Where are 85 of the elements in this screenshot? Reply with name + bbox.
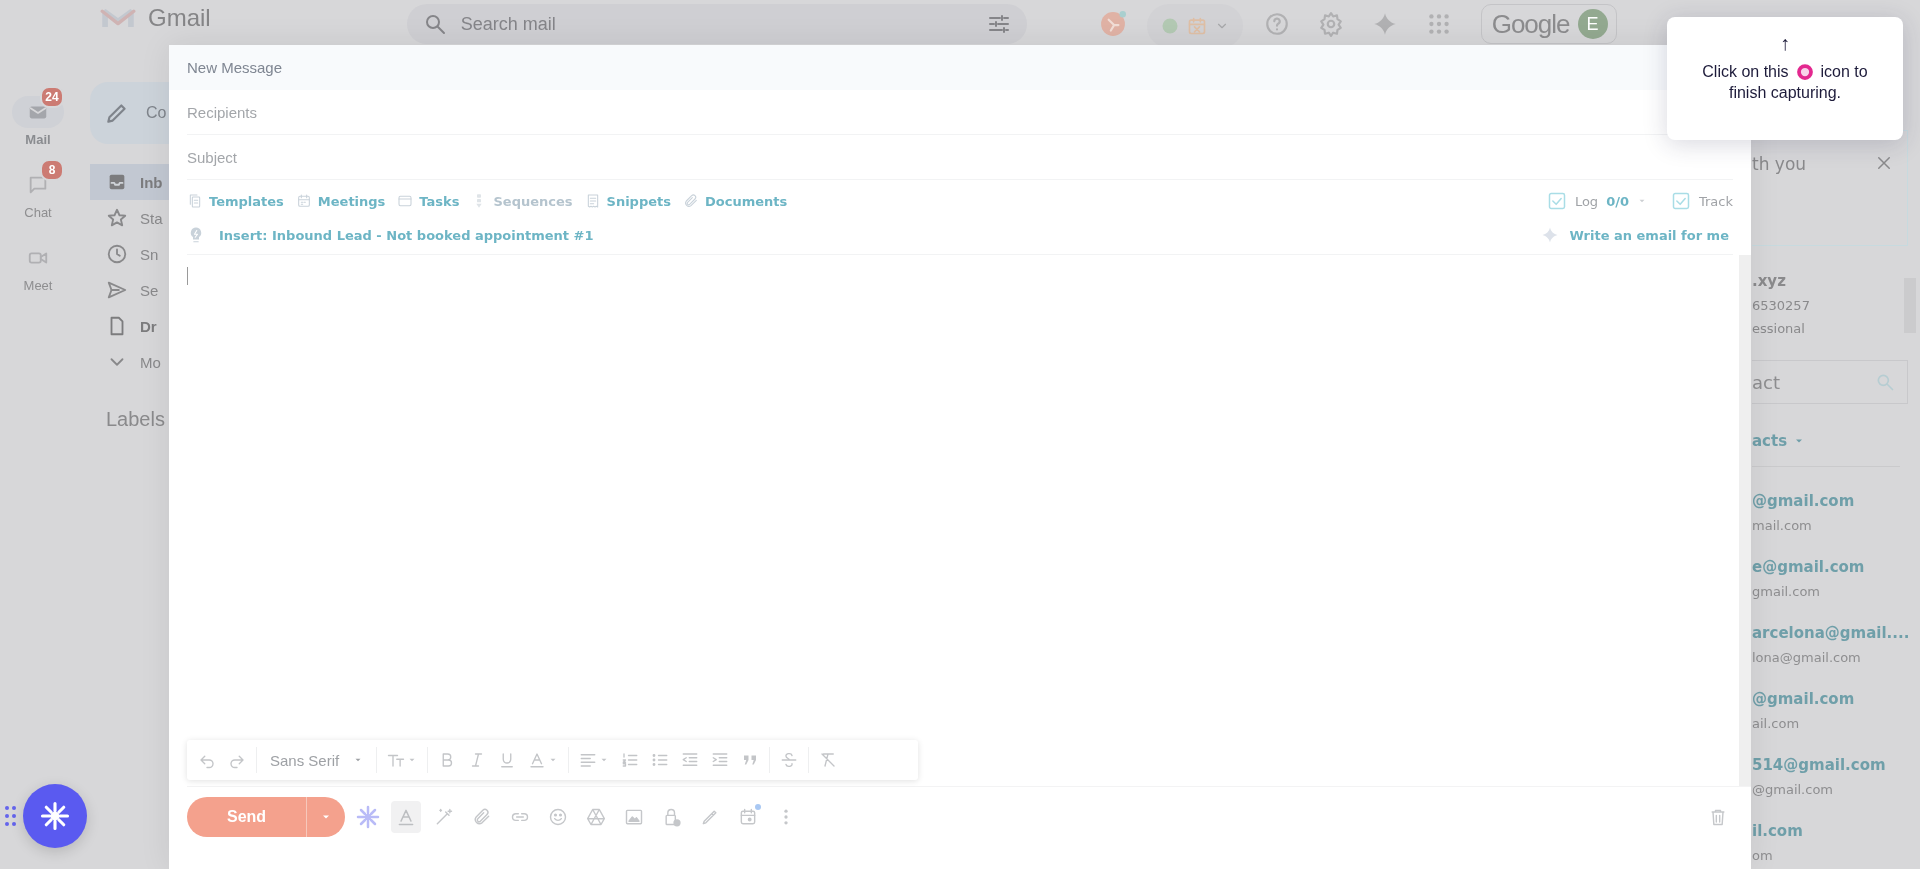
text-color-icon[interactable] xyxy=(528,751,547,769)
section-heading[interactable]: acts xyxy=(1752,432,1788,450)
insert-link[interactable]: Insert: Inbound Lead - Not booked appointment #1 xyxy=(219,227,594,243)
font-dropdown[interactable]: Sans Serif xyxy=(262,751,372,769)
indent-more-icon[interactable] xyxy=(711,751,730,769)
image-icon[interactable] xyxy=(624,807,645,827)
hub-icon[interactable] xyxy=(1099,11,1126,37)
app-logo: Gmail xyxy=(148,4,211,32)
close-icon[interactable] xyxy=(1875,154,1893,172)
burst-icon xyxy=(40,801,70,831)
calendar-icon[interactable] xyxy=(1186,16,1207,36)
contact-name[interactable]: 514@gmail.com xyxy=(1752,756,1920,774)
tooltip-text: icon to xyxy=(1820,62,1868,82)
notification-dot xyxy=(755,804,762,810)
tooltip-text: Click on this xyxy=(1702,62,1789,82)
lock-clock-icon[interactable] xyxy=(662,807,683,827)
message-body-field[interactable]: Sans Serif xyxy=(187,255,1733,786)
contact-email: lona@gmail.com xyxy=(1752,650,1862,665)
launcher-button[interactable] xyxy=(23,784,87,848)
clock-icon xyxy=(106,243,128,265)
tool-link[interactable]: Documents xyxy=(705,193,788,209)
search-field[interactable]: act xyxy=(1752,360,1908,404)
contact-email: mail.com xyxy=(1752,518,1813,533)
nav-item[interactable]: Mo xyxy=(90,344,169,380)
nav-item[interactable]: Sta xyxy=(90,200,169,236)
contact-name[interactable]: @gmail.com xyxy=(1752,690,1920,708)
contact-phone: 6530257 xyxy=(1752,298,1811,313)
count-badge: 8 xyxy=(40,159,64,181)
settings-icon[interactable] xyxy=(1317,11,1344,37)
contact-name[interactable]: il.com xyxy=(1752,822,1920,840)
rail-label[interactable]: Chat xyxy=(24,205,52,220)
numbered-list-icon[interactable] xyxy=(621,751,640,769)
checkbox-icon[interactable] xyxy=(1546,191,1567,211)
star-icon xyxy=(106,207,128,229)
calendar-icon xyxy=(295,193,312,209)
rail-label[interactable]: Meet xyxy=(23,278,53,293)
contact-name[interactable]: e@gmail.com xyxy=(1752,558,1920,576)
nav-item[interactable]: Sn xyxy=(90,236,169,272)
banner-text: th you xyxy=(1752,154,1807,174)
contact-email: gmail.com xyxy=(1752,584,1821,599)
ring-icon xyxy=(1795,62,1814,81)
filter-icon[interactable] xyxy=(986,12,1011,36)
log-count[interactable]: 0/0 xyxy=(1606,193,1629,209)
paperclip-icon xyxy=(683,193,699,209)
strikethrough-icon[interactable] xyxy=(780,751,799,769)
section-heading: Labels xyxy=(106,408,166,431)
contact-role: essional xyxy=(1752,321,1806,336)
drive-icon[interactable] xyxy=(586,807,607,827)
arrow-glyph: ↑ xyxy=(1780,31,1790,55)
indent-less-icon[interactable] xyxy=(681,751,700,769)
bulleted-list-icon[interactable] xyxy=(651,751,670,769)
magic-pen-icon[interactable] xyxy=(434,807,455,827)
contact-name[interactable]: @gmail.com xyxy=(1752,492,1920,510)
tool-link[interactable]: Templates xyxy=(209,193,284,209)
send-icon xyxy=(106,279,128,301)
contact-email: ail.com xyxy=(1752,716,1801,731)
count-badge: 24 xyxy=(40,86,64,108)
burst-icon[interactable] xyxy=(356,805,381,829)
nav-item[interactable]: Inb xyxy=(90,164,169,200)
card-icon xyxy=(397,193,414,209)
search-icon xyxy=(1875,372,1895,392)
ai-write-link[interactable]: Write an email for me xyxy=(1569,227,1729,243)
emoji-icon[interactable] xyxy=(548,807,569,827)
tool-link[interactable]: Meetings xyxy=(317,193,386,209)
log-label: Log xyxy=(1574,193,1599,209)
track-label: Track xyxy=(1698,193,1733,209)
nav-item[interactable]: Dr xyxy=(90,308,169,344)
contact-email: @gmail.com xyxy=(1752,782,1834,797)
help-icon[interactable] xyxy=(1263,11,1290,37)
account-button[interactable]: Google E xyxy=(1480,4,1617,44)
checkbox-icon[interactable] xyxy=(1670,191,1691,211)
tool-link[interactable]: Tasks xyxy=(419,193,460,209)
compose-button[interactable]: Co xyxy=(90,82,169,144)
align-icon[interactable] xyxy=(579,751,598,769)
rail-label[interactable]: Mail xyxy=(25,132,51,147)
nav-item[interactable]: Se xyxy=(90,272,169,308)
search-field[interactable]: Search mail xyxy=(406,4,1027,44)
contact-name[interactable]: arcelona@gmail.... xyxy=(1752,624,1920,642)
tool-link[interactable]: Snippets xyxy=(606,193,671,209)
copy-icon xyxy=(187,193,203,209)
status-dot-icon xyxy=(1160,17,1179,35)
contact-email: om xyxy=(1752,848,1774,863)
contact-name: .xyz xyxy=(1752,272,1787,290)
drag-handle-icon[interactable] xyxy=(4,805,17,827)
chat-icon[interactable] xyxy=(27,174,49,196)
